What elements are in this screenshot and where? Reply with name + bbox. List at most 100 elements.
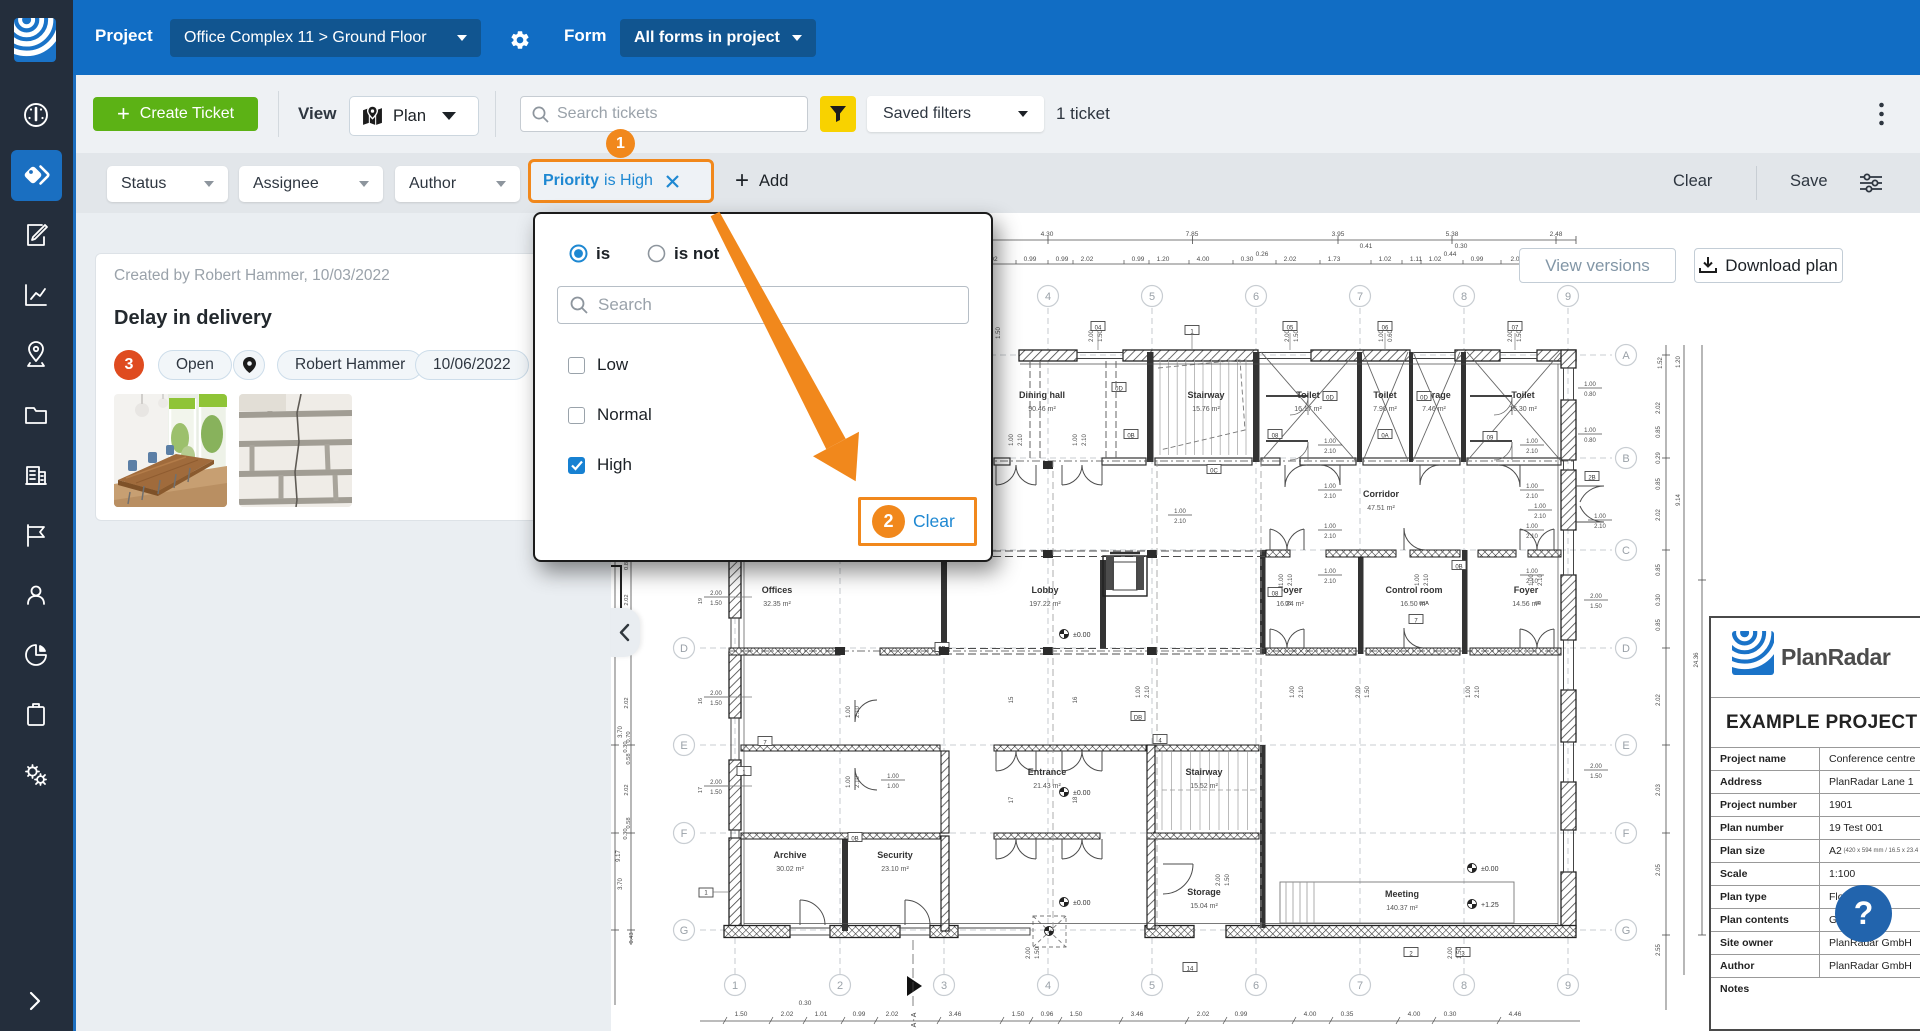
svg-text:Stairway: Stairway [1187, 390, 1224, 400]
svg-text:14: 14 [1187, 967, 1194, 973]
svg-text:0.80: 0.80 [1584, 392, 1596, 398]
svg-text:1.00: 1.00 [1526, 524, 1538, 530]
svg-text:8: 8 [1461, 980, 1467, 992]
svg-text:2.10: 2.10 [1082, 434, 1088, 446]
svg-text:1.52: 1.52 [1658, 357, 1664, 369]
svg-text:1.00: 1.00 [887, 774, 899, 780]
svg-text:5: 5 [1149, 980, 1155, 992]
svg-text:1.00: 1.00 [1526, 484, 1538, 490]
svg-text:1.00: 1.00 [1466, 686, 1472, 698]
svg-text:G: G [680, 925, 689, 937]
svg-text:2.10: 2.10 [1594, 524, 1606, 530]
svg-text:0.41: 0.41 [1360, 243, 1373, 250]
svg-text:3.70: 3.70 [618, 726, 624, 738]
svg-text:3: 3 [941, 980, 947, 992]
svg-text:±0.00: ±0.00 [1073, 900, 1091, 907]
svg-text:2.00: 2.00 [1356, 686, 1362, 698]
svg-text:7: 7 [1357, 291, 1363, 303]
svg-text:2.02: 2.02 [1656, 509, 1662, 521]
svg-text:5: 5 [1149, 291, 1155, 303]
svg-text:1.00: 1.00 [1324, 484, 1336, 490]
svg-text:1.50: 1.50 [1098, 330, 1104, 342]
svg-text:1.50: 1.50 [1012, 1011, 1025, 1018]
svg-text:1.20: 1.20 [1676, 356, 1682, 368]
svg-text:1.50: 1.50 [1590, 774, 1602, 780]
svg-text:0.30: 0.30 [1656, 594, 1662, 606]
svg-text:8: 8 [1461, 291, 1467, 303]
svg-text:0.96: 0.96 [1041, 1011, 1054, 1018]
svg-text:Dining hall: Dining hall [1019, 390, 1065, 400]
svg-text:1.50: 1.50 [996, 327, 1002, 339]
svg-text:1.00: 1.00 [1379, 330, 1385, 342]
svg-text:1.00: 1.00 [846, 706, 852, 718]
svg-text:2.02: 2.02 [1197, 1011, 1210, 1018]
svg-text:2.48: 2.48 [1550, 231, 1563, 238]
svg-text:Archive: Archive [773, 850, 806, 860]
svg-text:0.80: 0.80 [1584, 438, 1596, 444]
svg-text:08: 08 [1285, 601, 1291, 607]
svg-text:9.14: 9.14 [1676, 494, 1682, 506]
svg-text:0.99: 0.99 [1056, 256, 1069, 263]
svg-text:2.00: 2.00 [1590, 594, 1602, 600]
svg-text:1.50: 1.50 [1517, 330, 1523, 342]
svg-text:9: 9 [1565, 980, 1571, 992]
svg-text:1.00: 1.00 [1594, 514, 1606, 520]
svg-text:0.99: 0.99 [853, 1011, 866, 1018]
svg-text:17: 17 [698, 787, 704, 793]
svg-text:0.30: 0.30 [623, 828, 629, 839]
svg-text:9: 9 [1565, 291, 1571, 303]
svg-text:2.55: 2.55 [1656, 944, 1662, 956]
svg-text:1.00: 1.00 [1009, 434, 1015, 446]
svg-text:32.35 m²: 32.35 m² [763, 601, 791, 608]
svg-text:2B: 2B [1588, 476, 1595, 482]
svg-text:1.50: 1.50 [1035, 947, 1041, 959]
svg-text:2.00: 2.00 [710, 780, 722, 786]
svg-text:1.00: 1.00 [1534, 504, 1546, 510]
svg-text:Meeting: Meeting [1385, 889, 1419, 899]
svg-text:1.50: 1.50 [1457, 947, 1463, 959]
svg-text:0B: 0B [1455, 565, 1462, 571]
svg-text:2.10: 2.10 [1538, 574, 1544, 586]
svg-text:2.00: 2.00 [710, 691, 722, 697]
svg-text:2.00: 2.00 [1448, 947, 1454, 959]
svg-text:G: G [1622, 925, 1631, 937]
svg-text:1.00: 1.00 [1290, 686, 1296, 698]
svg-text:2.10: 2.10 [1018, 434, 1024, 446]
svg-text:2.10: 2.10 [1174, 519, 1186, 525]
svg-text:15.52 m²: 15.52 m² [1190, 783, 1218, 790]
svg-text:1.00: 1.00 [846, 776, 852, 788]
svg-text:1.50: 1.50 [710, 601, 722, 607]
svg-text:2.10: 2.10 [1324, 494, 1336, 500]
svg-text:1.01: 1.01 [815, 1011, 828, 1018]
svg-text:16.17 m²: 16.17 m² [1294, 406, 1322, 413]
svg-text:2.00: 2.00 [1089, 330, 1095, 342]
svg-text:F: F [1623, 828, 1630, 840]
svg-text:0.44: 0.44 [1444, 251, 1457, 258]
svg-text:140.37 m²: 140.37 m² [1386, 905, 1418, 912]
svg-text:0.99: 0.99 [1235, 1011, 1248, 1018]
svg-text:1.73: 1.73 [1328, 256, 1341, 263]
svg-text:0.8: 0.8 [624, 562, 630, 570]
svg-text:7.90 m²: 7.90 m² [1373, 406, 1397, 413]
svg-text:0.70: 0.70 [626, 731, 632, 742]
svg-text:0B: 0B [1127, 434, 1134, 440]
svg-text:30.02 m²: 30.02 m² [776, 866, 804, 873]
svg-text:3.46: 3.46 [1131, 1011, 1144, 1018]
svg-text:23.10 m²: 23.10 m² [881, 866, 909, 873]
svg-text:Toilet: Toilet [1296, 390, 1319, 400]
svg-text:1.50: 1.50 [1070, 1011, 1083, 1018]
svg-text:2.10: 2.10 [1526, 494, 1538, 500]
svg-text:197.22 m²: 197.22 m² [1029, 601, 1061, 608]
svg-text:0.58: 0.58 [626, 817, 632, 828]
svg-text:4.00: 4.00 [1197, 256, 1210, 263]
svg-text:7.46 m²: 7.46 m² [1422, 406, 1446, 413]
svg-text:+1.25: +1.25 [1481, 902, 1499, 909]
svg-text:2.10: 2.10 [1526, 534, 1538, 540]
svg-text:1: 1 [732, 980, 738, 992]
svg-text:2: 2 [837, 980, 843, 992]
svg-text:0.85: 0.85 [1656, 426, 1662, 438]
svg-text:E: E [1622, 740, 1629, 752]
svg-text:B: B [1622, 453, 1629, 465]
svg-text:Security: Security [877, 850, 913, 860]
svg-text:15: 15 [1009, 696, 1015, 703]
